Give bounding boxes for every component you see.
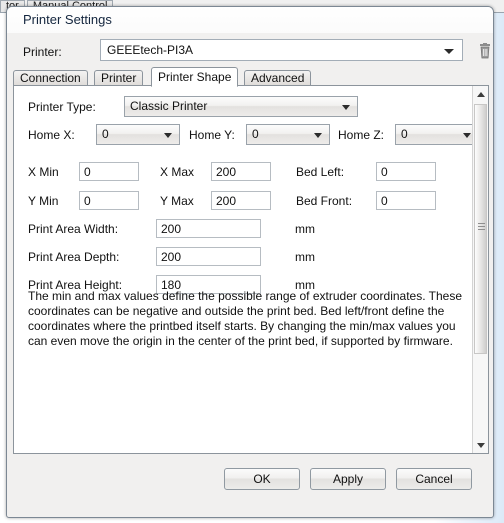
printer-type-label: Printer Type:	[28, 100, 96, 114]
bed-front-input[interactable]	[376, 191, 436, 210]
bed-left-input[interactable]	[376, 162, 436, 181]
printer-settings-dialog: Printer Settings Printer: GEEEtech-PI3A …	[6, 6, 494, 518]
y-min-label: Y Min	[28, 194, 59, 208]
tab-printer-shape[interactable]: Printer Shape	[151, 67, 239, 87]
printer-type-combobox[interactable]: Classic Printer	[124, 96, 358, 117]
print-area-depth-input[interactable]	[156, 247, 261, 266]
dialog-title: Printer Settings	[23, 12, 112, 27]
home-z-combobox[interactable]: 0	[395, 124, 479, 145]
y-max-label: Y Max	[160, 194, 194, 208]
x-min-input[interactable]	[79, 162, 139, 181]
tab-printer[interactable]: Printer	[94, 70, 144, 86]
y-min-input[interactable]	[79, 191, 139, 210]
panel-vertical-scrollbar[interactable]	[472, 86, 488, 453]
dialog-button-bar: OK Apply Cancel	[7, 455, 493, 517]
chevron-down-icon	[164, 133, 172, 138]
home-x-label: Home X:	[28, 128, 75, 142]
chevron-down-icon	[314, 133, 322, 138]
printer-combobox[interactable]: GEEEtech-PI3A	[100, 39, 463, 61]
x-max-label: X Max	[160, 165, 195, 179]
chevron-down-icon	[477, 443, 485, 448]
cancel-button[interactable]: Cancel	[396, 468, 472, 490]
trash-icon	[480, 43, 490, 59]
chevron-down-icon	[342, 105, 350, 110]
chevron-up-icon	[477, 92, 485, 97]
printer-combobox-value: GEEEtech-PI3A	[107, 43, 194, 57]
x-max-input[interactable]	[211, 162, 271, 181]
bed-front-label: Bed Front:	[296, 194, 353, 208]
home-z-label: Home Z:	[338, 128, 385, 142]
print-area-width-label: Print Area Width:	[28, 222, 119, 236]
x-min-label: X Min	[28, 165, 59, 179]
y-max-input[interactable]	[211, 191, 271, 210]
printer-label: Printer:	[23, 45, 62, 59]
home-y-value: 0	[252, 127, 259, 141]
scrollbar-grip-icon	[478, 223, 485, 230]
settings-tabbar: Connection Printer Printer Shape Advance…	[13, 67, 489, 87]
scroll-up-button[interactable]	[473, 86, 488, 102]
tab-advanced[interactable]: Advanced	[244, 70, 312, 86]
print-area-depth-label: Print Area Depth:	[28, 250, 120, 264]
scroll-down-button[interactable]	[473, 437, 488, 453]
apply-button[interactable]: Apply	[310, 468, 386, 490]
printer-shape-help-text: The min and max values define the possib…	[28, 289, 463, 348]
home-x-combobox[interactable]: 0	[96, 124, 180, 145]
tab-connection[interactable]: Connection	[13, 70, 88, 86]
print-area-width-input[interactable]	[156, 219, 261, 238]
home-y-label: Home Y:	[189, 128, 235, 142]
home-z-value: 0	[401, 127, 408, 141]
bed-left-label: Bed Left:	[296, 165, 345, 179]
dialog-titlebar: Printer Settings	[7, 7, 493, 33]
printer-shape-panel: Printer Type: Classic Printer Home X: 0 …	[13, 85, 489, 454]
ok-button[interactable]: OK	[224, 468, 300, 490]
chevron-down-icon	[463, 133, 471, 138]
delete-printer-button[interactable]	[472, 38, 498, 62]
home-x-value: 0	[102, 127, 109, 141]
printer-type-value: Classic Printer	[130, 99, 208, 113]
chevron-down-icon	[444, 49, 454, 54]
scrollbar-thumb[interactable]	[474, 104, 487, 354]
printer-selector-row: Printer: GEEEtech-PI3A	[17, 38, 490, 66]
home-y-combobox[interactable]: 0	[246, 124, 330, 145]
print-area-width-unit: mm	[295, 222, 315, 236]
print-area-depth-unit: mm	[295, 250, 315, 264]
